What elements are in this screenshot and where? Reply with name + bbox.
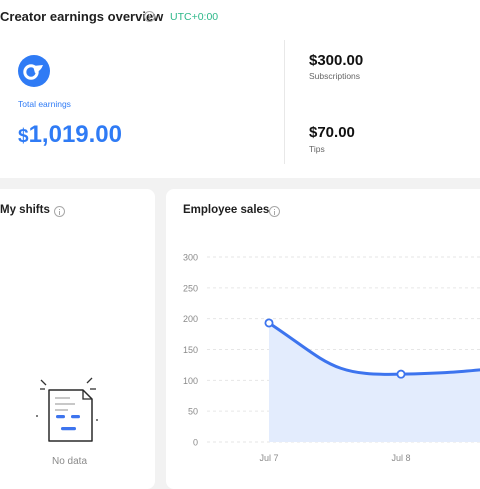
y-tick-label: 50 — [188, 407, 198, 417]
employee-sales-chart: 050100150200250300Jul 7Jul 8Jul 9 — [183, 253, 480, 463]
y-tick-label: 300 — [183, 253, 198, 263]
data-point — [396, 369, 406, 379]
series-area — [269, 322, 480, 442]
y-tick-label: 0 — [193, 438, 198, 448]
y-tick-label: 150 — [183, 345, 198, 355]
y-tick-label: 100 — [183, 376, 198, 386]
data-point — [264, 318, 274, 328]
y-tick-label: 200 — [183, 314, 198, 324]
y-tick-label: 250 — [183, 283, 198, 293]
x-tick-label: Jul 7 — [259, 453, 278, 463]
x-tick-label: Jul 8 — [391, 453, 410, 463]
